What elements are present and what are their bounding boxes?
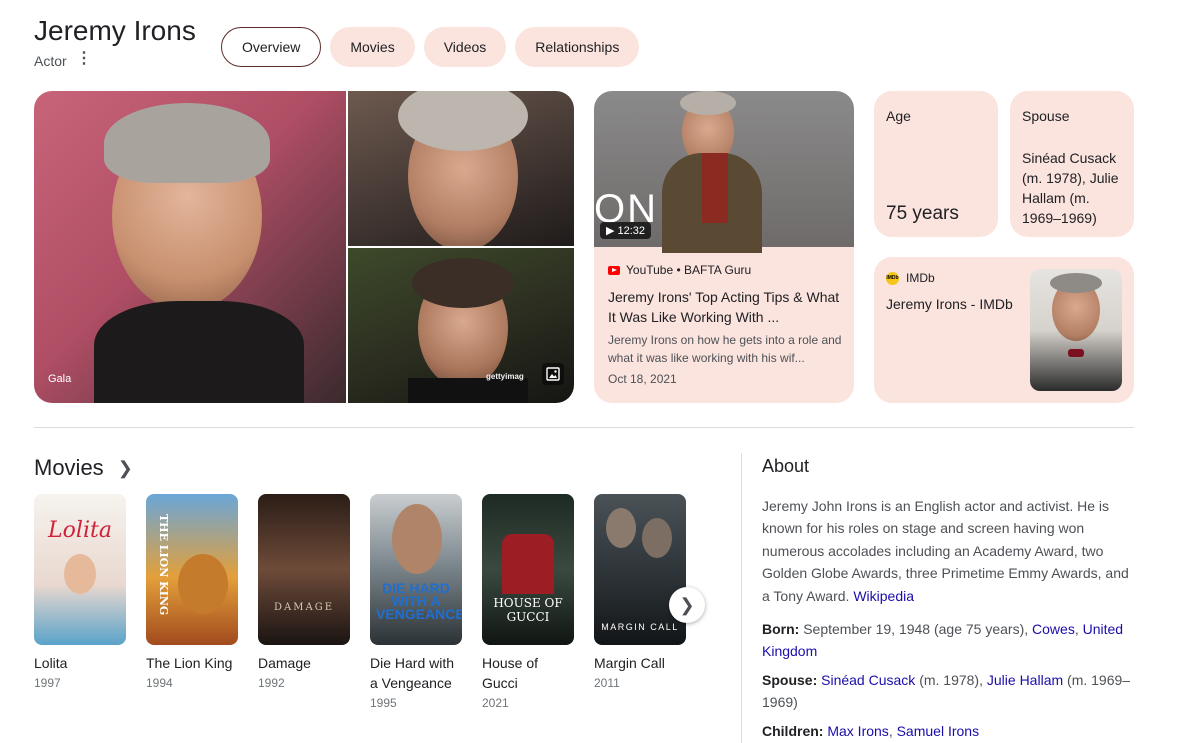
poster-title: DIE HARD WITH A VENGEANCE — [376, 580, 462, 622]
spouse-label: Spouse — [1022, 108, 1070, 124]
movie-title[interactable]: The Lion King — [146, 653, 238, 673]
video-thumbnail[interactable]: ON ▶ 12:32 — [594, 91, 854, 253]
movie-year: 1995 — [370, 696, 397, 710]
imdb-title[interactable]: Jeremy Irons - IMDb — [886, 296, 1013, 312]
entity-subtitle: Actor — [34, 53, 67, 69]
movie-poster[interactable]: Lolita — [34, 494, 126, 645]
more-options-icon[interactable]: ⋮ — [76, 51, 92, 67]
movie-item[interactable]: Lolita Lolita 1997 — [34, 494, 126, 693]
movie-item[interactable]: DIE HARD WITH A VENGEANCE Die Hard with … — [370, 494, 462, 713]
movie-title[interactable]: Die Hard with a Vengeance — [370, 653, 462, 693]
movie-year: 2011 — [594, 676, 620, 690]
imdb-icon: IMDb — [886, 271, 899, 285]
chevron-right-icon: ❯ — [679, 594, 695, 615]
movie-year: 1992 — [258, 676, 285, 690]
julie-hallam-link[interactable]: Julie Hallam — [987, 672, 1063, 688]
wikipedia-link[interactable]: Wikipedia — [853, 588, 914, 604]
max-irons-link[interactable]: Max Irons — [827, 723, 888, 739]
tab-movies[interactable]: Movies — [330, 27, 415, 67]
entity-title: Jeremy Irons — [34, 15, 196, 46]
children-fact: Children: Max Irons, Samuel Irons — [762, 723, 980, 739]
movie-item[interactable]: DAMAGE Damage 1992 — [258, 494, 350, 693]
movie-item[interactable]: THE LION KING The Lion King 1994 — [146, 494, 238, 693]
samuel-irons-link[interactable]: Samuel Irons — [897, 723, 979, 739]
movie-title[interactable]: Damage — [258, 653, 350, 673]
movie-year: 1994 — [146, 676, 173, 690]
video-duration: ▶ 12:32 — [600, 222, 652, 239]
cowes-link[interactable]: Cowes — [1032, 621, 1075, 637]
video-title[interactable]: Jeremy Irons' Top Acting Tips & What It … — [608, 287, 844, 327]
imdb-card[interactable]: IMDb IMDb Jeremy Irons - IMDb — [874, 257, 1134, 403]
gallery-photo-top-right[interactable] — [348, 91, 574, 246]
imdb-source: IMDb IMDb — [886, 271, 935, 285]
column-divider — [741, 453, 742, 743]
poster-title: DAMAGE — [274, 602, 334, 613]
carousel-next-button[interactable]: ❯ — [669, 587, 705, 623]
movie-title[interactable]: Lolita — [34, 653, 126, 673]
image-gallery: Gala gettyimag — [34, 91, 574, 403]
born-fact: Born: September 19, 1948 (age 75 years),… — [762, 621, 1124, 659]
video-card[interactable]: ON ▶ 12:32 YouTube • BAFTA Guru Jeremy I… — [594, 91, 854, 403]
age-card[interactable]: Age 75 years — [874, 91, 998, 237]
movie-title[interactable]: Margin Call — [594, 653, 686, 673]
image-icon[interactable] — [542, 363, 564, 385]
spouse-card[interactable]: Spouse Sinéad Cusack (m. 1978), Julie Ha… — [1010, 91, 1134, 237]
chevron-right-icon: ❯ — [117, 457, 133, 478]
movie-year: 2021 — [482, 696, 509, 710]
age-value: 75 years — [886, 203, 959, 224]
movie-poster[interactable]: DAMAGE — [258, 494, 350, 645]
about-heading: About — [762, 456, 810, 476]
photo-caption: Gala — [48, 373, 72, 385]
video-date: Oct 18, 2021 — [608, 372, 677, 386]
movie-poster[interactable]: THE LION KING — [146, 494, 238, 645]
tab-videos[interactable]: Videos — [423, 27, 507, 67]
tab-overview[interactable]: Overview — [221, 27, 322, 67]
poster-title: MARGIN CALL — [601, 622, 679, 632]
imdb-photo[interactable] — [1030, 269, 1122, 391]
gallery-main-photo[interactable]: Gala — [34, 91, 346, 403]
getty-watermark: gettyimag — [486, 372, 524, 381]
movie-poster[interactable]: HOUSE OF GUCCI — [482, 494, 574, 645]
movie-year: 1997 — [34, 676, 61, 690]
sinead-cusack-link[interactable]: Sinéad Cusack — [821, 672, 915, 688]
gallery-photo-bottom-right[interactable]: gettyimag — [348, 248, 574, 403]
poster-title: HOUSE OF GUCCI — [493, 596, 563, 624]
movie-poster[interactable]: DIE HARD WITH A VENGEANCE — [370, 494, 462, 645]
movie-poster[interactable]: MARGIN CALL — [594, 494, 686, 645]
poster-title: Lolita — [48, 518, 112, 543]
video-source: YouTube • BAFTA Guru — [608, 263, 751, 277]
poster-title: THE LION KING — [157, 514, 170, 616]
youtube-icon — [608, 265, 620, 275]
age-label: Age — [886, 108, 911, 124]
movie-title[interactable]: House of Gucci — [482, 653, 574, 693]
movies-heading[interactable]: Movies ❯ — [34, 455, 133, 481]
about-description: Jeremy John Irons is an English actor an… — [762, 498, 1129, 604]
spouse-value: Sinéad Cusack (m. 1978), Julie Hallam (m… — [1022, 150, 1119, 226]
tab-bar: Overview Movies Videos Relationships — [221, 27, 640, 67]
spouse-fact: Spouse: Sinéad Cusack (m. 1978), Julie H… — [762, 672, 1131, 710]
tab-relationships[interactable]: Relationships — [515, 27, 640, 67]
movie-item[interactable]: HOUSE OF GUCCI House of Gucci 2021 — [482, 494, 574, 713]
section-divider — [34, 427, 1134, 428]
video-description: Jeremy Irons on how he gets into a role … — [608, 333, 842, 365]
